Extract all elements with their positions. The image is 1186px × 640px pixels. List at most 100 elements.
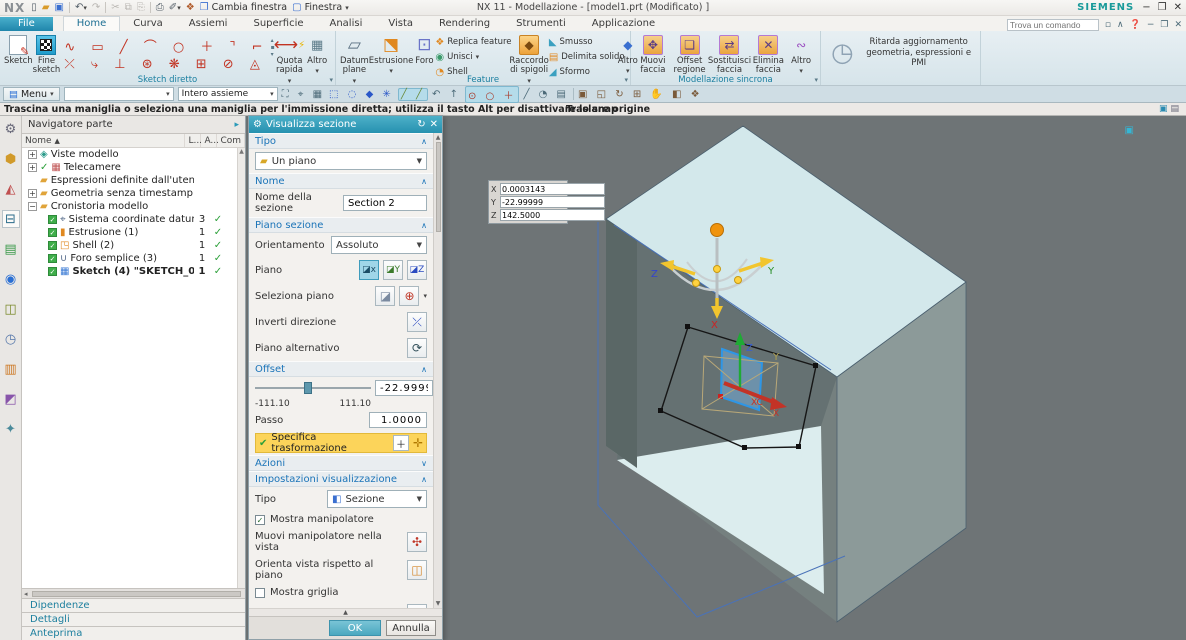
dialog-resize-handle[interactable]: ▲ [249,608,442,616]
redo-icon[interactable]: ↷ [92,2,100,14]
nome-section-header[interactable]: Nome ∧ [249,173,433,189]
cancel-button[interactable]: Annulla [386,620,436,636]
section-name-input[interactable] [343,195,427,211]
tree-row[interactable]: + ◈ Viste modello [22,148,245,161]
menu-button[interactable]: ▤ Menu ▾ [3,87,60,101]
orient-view-button[interactable]: ◫ [407,560,427,580]
finish-sketch-button[interactable]: Fine sketch [33,33,61,76]
preview-panel-header[interactable]: Anteprima [22,626,245,640]
orientation-dropdown[interactable]: Assoluto ▼ [331,236,427,254]
window-menu-button[interactable]: ▢ Finestra ▾ [292,2,349,14]
tab-rendering[interactable]: Rendering [426,17,503,31]
minimize-button[interactable]: − [1142,2,1150,13]
cut-icon[interactable]: ✂ [111,2,119,14]
save-icon[interactable]: ▣ [55,2,64,14]
hole-button[interactable]: ⊡ Foro [413,33,435,66]
set-plane-to-y-button[interactable]: ◪Y [383,260,403,280]
view-maximize-icon[interactable]: ▣ [1125,125,1134,136]
display-type-dropdown[interactable]: ◧ Sezione ▼ [327,490,427,508]
tree-row[interactable]: ✓ ▮ Estrusione (1) 1 ✓ [22,226,245,239]
tab-vista[interactable]: Vista [375,17,426,31]
feature-checkbox[interactable]: ✓ [48,267,57,276]
find-command-input[interactable] [1007,19,1099,31]
selection-tool-icons[interactable]: ⛶ ⌖ ▦ [282,89,325,100]
feature-checkbox[interactable]: ✓ [48,241,57,250]
tools-icon[interactable]: ✐▾ [169,2,181,14]
tab-analisi[interactable]: Analisi [317,17,376,31]
group-dialog-launcher[interactable]: ▾ [329,76,333,84]
constraint-navigator-icon[interactable]: ◭ [2,180,20,198]
close-button[interactable]: ✕ [1174,2,1182,13]
snap-curve-icons[interactable]: ↶ ↑ [432,89,461,100]
print-icon[interactable]: ⎙ [156,2,164,14]
replace-face-button[interactable]: ⇄ Sostituisci faccia [708,33,750,76]
dropdown-caret-icon[interactable]: ▾ [423,292,427,300]
new-file-icon[interactable]: ▯ [31,2,37,14]
manufacturing-wizard-icon[interactable]: ◩ [2,390,20,408]
reuse-library-icon[interactable]: ▤ [2,240,20,258]
z-coordinate-field[interactable] [500,209,605,221]
new-plane-button[interactable]: ⊕ [399,286,419,306]
move-face-button[interactable]: ✥ Muovi faccia [635,33,671,76]
offset-slider[interactable] [255,381,371,395]
tab-file[interactable]: File [0,17,53,31]
process-studio-icon[interactable]: ▥ [2,360,20,378]
tab-strumenti[interactable]: Strumenti [503,17,579,31]
azioni-section-header[interactable]: Azioni ∨ [249,455,433,471]
scrollbar-thumb[interactable] [32,591,241,597]
system-materials-icon[interactable]: ◷ [2,330,20,348]
step-value-input[interactable] [369,412,427,428]
show-grid-row[interactable]: Mostra griglia [249,584,433,601]
delay-update-button[interactable]: ◷ Ritarda aggiornamento geometria, espre… [825,33,984,73]
set-plane-to-x-button[interactable]: ◪x [359,260,379,280]
select-existing-plane-button[interactable]: ◪ [375,286,395,306]
specify-transform-row[interactable]: ✔ Specifica trasformazione ＋ ✛ [255,433,427,453]
doc-close-button[interactable]: ✕ [1174,20,1182,30]
expand-icon[interactable]: − [28,202,37,211]
tab-superficie[interactable]: Superficie [240,17,316,31]
sketch-more-button[interactable]: ▦ Altro ▾ [303,33,331,75]
paste-icon[interactable]: ⎘ [137,2,145,14]
delete-face-button[interactable]: ✕ Elimina faccia [750,33,786,76]
show-manipulator-row[interactable]: ✓ Mostra manipolatore [249,511,433,528]
expand-icon[interactable]: + [28,189,37,198]
show-manipulator-checkbox[interactable]: ✓ [255,515,265,525]
tab-applicazione[interactable]: Applicazione [579,17,668,31]
undo-icon[interactable]: ↶▾ [75,2,87,14]
dialog-close-icon[interactable]: ✕ [430,119,438,130]
show-grid-checkbox[interactable] [255,588,265,598]
piano-sezione-header[interactable]: Piano sezione ∧ [249,217,433,233]
set-plane-to-z-button[interactable]: ◪Z [407,260,427,280]
tree-row-selected[interactable]: ✓ ▦ Sketch (4) "SKETCH_002" 1 ✓ [22,265,245,278]
tab-home[interactable]: Home [63,16,121,31]
tab-assiemi[interactable]: Assiemi [176,17,241,31]
navigator-vertical-scrollbar[interactable]: ▲ [237,148,245,588]
slider-track[interactable] [255,387,371,389]
restore-button[interactable]: ❐ [1158,2,1167,13]
cue-icon[interactable]: ▣ [1159,104,1171,114]
tree-row[interactable]: ▰ Espressioni definite dall'utente [22,174,245,187]
feature-checkbox[interactable]: ✓ [48,215,57,224]
copy-icon[interactable]: ⧉ [125,2,132,14]
expand-icon[interactable]: + [28,150,37,159]
part-navigator-icon[interactable]: ⊟ [2,210,20,228]
pattern-feature-button[interactable]: ❖ Replica feature [435,35,509,49]
offset-region-button[interactable]: ❏ Offset regione [671,33,709,76]
feature-checkbox[interactable]: ✓ [48,254,57,263]
tree-row[interactable]: ✓ ◳ Shell (2) 1 ✓ [22,239,245,252]
command-finder-icon[interactable]: ▫ [1105,20,1111,30]
history-palette-icon[interactable]: ◫ [2,300,20,318]
navigator-column-header[interactable]: Nome ▲ L... A... Com [22,134,245,148]
sketch-tools-row1[interactable]: ∿ ▭ ╱ ⌒ ○ ＋ ⌝ ⌐ [64,36,268,55]
offset-value-input[interactable] [375,380,433,396]
assembly-navigator-icon[interactable]: ⬢ [2,150,20,168]
slider-handle[interactable] [304,382,312,394]
group-dialog-launcher[interactable]: ▾ [814,76,818,84]
reverse-direction-button[interactable]: ⤫ [407,312,427,332]
tree-row[interactable]: ✓ ∪ Foro semplice (3) 1 ✓ [22,252,245,265]
view-window-icons[interactable]: ▣ ◱ ↻ ⊞ ✋ ◧ ❖ [578,89,703,100]
unite-button[interactable]: ◉ Unisci ▾ [435,50,509,64]
minimize-ribbon-icon[interactable]: ∧ [1117,20,1124,30]
tree-row[interactable]: ✓ ⌖ Sistema coordinate datum (0) 3 ✓ [22,213,245,226]
snap-line-icons[interactable]: ╱ ╱ [398,88,428,101]
